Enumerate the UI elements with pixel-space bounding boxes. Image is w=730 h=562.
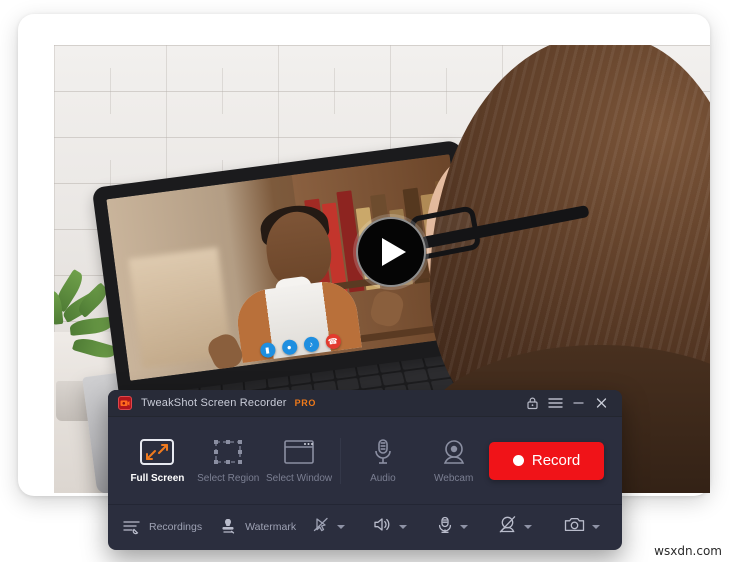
mode-label: Audio xyxy=(370,472,396,484)
stamp-icon xyxy=(218,517,238,537)
menu-icon[interactable] xyxy=(544,392,566,414)
mode-full-screen[interactable]: Full Screen xyxy=(122,438,193,484)
mode-select-window[interactable]: Select Window xyxy=(264,438,335,484)
screenshot-setting-group xyxy=(564,516,601,538)
page-watermark: wsxdn.com xyxy=(654,544,722,558)
window-titlebar[interactable]: TweakShot Screen Recorder PRO xyxy=(108,390,622,417)
capture-mode-toolbar: Full Screen Select Region Select Window … xyxy=(108,417,622,505)
watermark-button[interactable]: Watermark xyxy=(218,517,296,537)
mode-select-region[interactable]: Select Region xyxy=(193,438,264,484)
app-logo-camera-icon xyxy=(118,396,132,410)
mic-icon[interactable]: ● xyxy=(280,338,298,356)
play-button[interactable] xyxy=(356,217,426,287)
microphone-icon xyxy=(365,438,401,466)
dashed-region-icon xyxy=(210,438,246,466)
microphone-dropdown-caret[interactable] xyxy=(460,525,469,529)
camera-icon[interactable] xyxy=(564,516,585,538)
hangup-icon[interactable]: ☎ xyxy=(324,333,342,350)
bottom-toolbar: Recordings Watermark xyxy=(108,505,622,549)
mode-label: Webcam xyxy=(434,472,474,484)
webcam-disabled-icon[interactable] xyxy=(498,515,517,539)
cursor-dropdown-caret[interactable] xyxy=(337,525,346,529)
webcam-setting-group xyxy=(498,515,533,539)
record-button-label: Record xyxy=(531,452,581,469)
cursor-setting-group xyxy=(312,516,346,539)
webcam-dropdown-caret[interactable] xyxy=(524,525,533,529)
pro-badge: PRO xyxy=(294,398,316,408)
toolbar-divider xyxy=(340,437,342,484)
screenshot-dropdown-caret[interactable] xyxy=(592,525,601,529)
window-title: TweakShot Screen Recorder xyxy=(141,397,287,409)
recordings-button[interactable]: Recordings xyxy=(122,517,202,537)
mode-label: Select Region xyxy=(197,472,260,484)
mode-label: Full Screen xyxy=(130,472,185,484)
fullscreen-arrows-icon xyxy=(139,438,175,466)
watermark-label: Watermark xyxy=(245,521,297,533)
webcam-icon xyxy=(436,438,472,466)
speaker-setting-group xyxy=(373,516,408,538)
speaker-icon[interactable] xyxy=(373,516,392,538)
microphone-setting-group xyxy=(437,516,469,539)
record-button[interactable]: Record xyxy=(489,441,604,480)
lock-icon[interactable] xyxy=(521,392,543,414)
recordings-list-icon xyxy=(122,517,142,537)
window-icon xyxy=(281,438,317,466)
speaker-icon[interactable]: ♪ xyxy=(302,335,320,353)
video-icon[interactable]: ▮ xyxy=(258,341,276,359)
mode-audio[interactable]: Audio xyxy=(347,438,418,484)
close-icon[interactable] xyxy=(590,392,612,414)
record-dot-icon xyxy=(512,455,524,466)
microphone-icon[interactable] xyxy=(437,516,453,539)
cursor-disabled-icon[interactable] xyxy=(312,516,330,539)
play-icon xyxy=(382,238,406,266)
recordings-label: Recordings xyxy=(149,521,203,533)
screenshot-root: ▮ ● ♪ ☎ TweakShot Screen Recorder PRO Fu… xyxy=(0,0,730,562)
mode-label: Select Window xyxy=(266,472,333,484)
mode-webcam[interactable]: Webcam xyxy=(418,438,489,484)
minimize-icon[interactable] xyxy=(567,392,589,414)
tweakshot-recorder-window: TweakShot Screen Recorder PRO Full Scree… xyxy=(108,390,622,550)
speaker-dropdown-caret[interactable] xyxy=(399,525,408,529)
